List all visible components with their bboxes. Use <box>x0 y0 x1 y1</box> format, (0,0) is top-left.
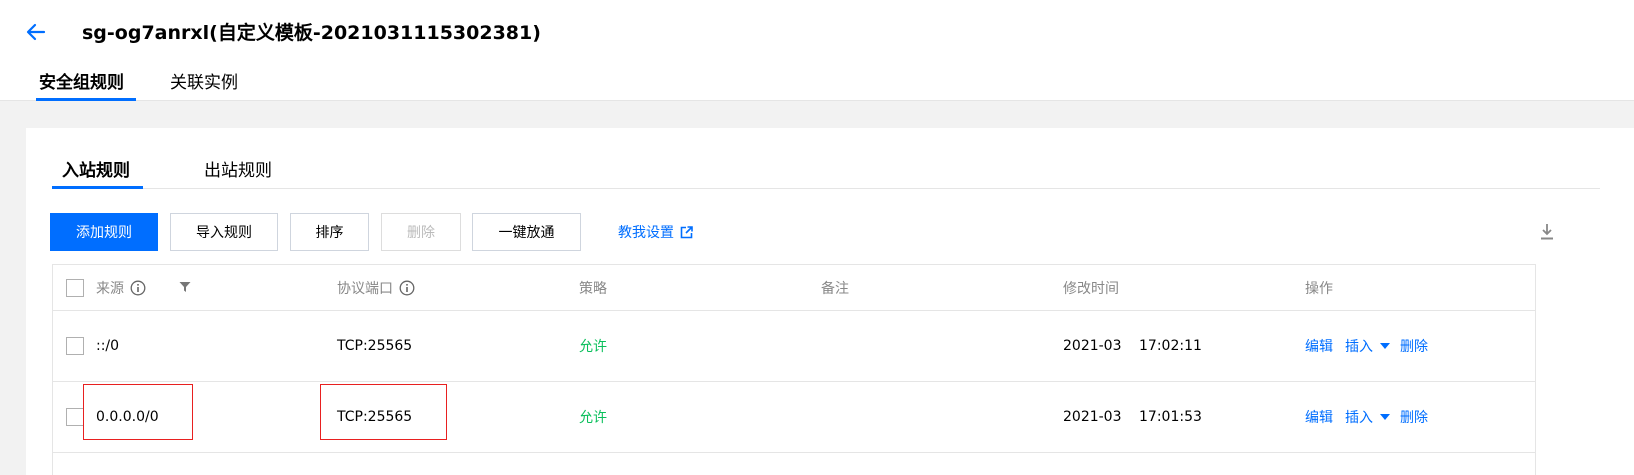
column-policy: 策略 <box>579 280 607 297</box>
delete-link[interactable]: 删除 <box>1400 407 1428 427</box>
cell-actions: 编辑 插入 删除 <box>1305 382 1428 452</box>
page-header: sg-og7anrxl(自定义模板-2021031115302381) 安全组规… <box>0 0 1634 101</box>
table-header: 来源 协议端口 策略 备注 修改时间 操作 <box>53 265 1535 311</box>
external-link-icon <box>680 225 693 238</box>
direction-tabs: 入站规则 出站规则 <box>52 128 1600 189</box>
insert-dropdown[interactable]: 插入 <box>1345 407 1373 427</box>
info-icon[interactable] <box>130 280 146 296</box>
column-modified-time: 修改时间 <box>1063 280 1119 297</box>
tab-security-group-rules[interactable]: 安全组规则 <box>36 68 136 101</box>
page-title: sg-og7anrxl(自定义模板-2021031115302381) <box>82 22 541 44</box>
row-checkbox[interactable] <box>66 337 84 355</box>
column-source: 来源 <box>96 265 146 310</box>
cell-modified-time: 17:02:11 <box>1139 338 1202 354</box>
table-row: ::/0 TCP:25565 允许 2021-03 17:02:11 编辑 插入… <box>53 311 1535 382</box>
cell-policy: 允许 <box>579 410 607 426</box>
cell-policy: 允许 <box>579 339 607 355</box>
cell-modified-date: 2021-03 <box>1063 409 1122 425</box>
table-row: 0.0.0.0/0 TCP:25565 允许 2021-03 17:01:53 … <box>53 382 1535 453</box>
rules-card: 入站规则 出站规则 添加规则 导入规则 排序 删除 一键放通 教我设置 来源 协… <box>26 128 1634 475</box>
highlight-box-protocol-port <box>320 384 447 440</box>
cell-modified-date: 2021-03 <box>1063 338 1122 354</box>
tab-outbound-rules[interactable]: 出站规则 <box>204 156 272 189</box>
tab-associated-instances[interactable]: 关联实例 <box>170 68 238 101</box>
column-protocol-port-label: 协议端口 <box>337 280 393 297</box>
info-icon[interactable] <box>399 280 415 296</box>
rules-table: 来源 协议端口 策略 备注 修改时间 操作::/0 TCP:25565 允许 … <box>52 264 1536 475</box>
edit-link[interactable]: 编辑 <box>1305 336 1333 356</box>
filter-icon[interactable] <box>179 281 191 293</box>
cell-actions: 编辑 插入 删除 <box>1305 311 1428 381</box>
column-protocol-port: 协议端口 <box>337 265 415 310</box>
row-checkbox[interactable] <box>66 408 84 426</box>
caret-down-icon[interactable] <box>1380 343 1390 349</box>
highlight-box-source <box>83 384 193 440</box>
help-link-label: 教我设置 <box>618 225 674 241</box>
delete-button[interactable]: 删除 <box>381 213 461 251</box>
help-link[interactable]: 教我设置 <box>618 222 693 242</box>
caret-down-icon[interactable] <box>1380 414 1390 420</box>
cell-protocol-port: TCP:25565 <box>337 338 413 354</box>
download-icon[interactable] <box>1539 223 1555 241</box>
tab-inbound-rules[interactable]: 入站规则 <box>52 156 143 189</box>
insert-dropdown[interactable]: 插入 <box>1345 336 1373 356</box>
sort-button[interactable]: 排序 <box>290 213 369 251</box>
allow-all-button[interactable]: 一键放通 <box>472 213 581 251</box>
delete-link[interactable]: 删除 <box>1400 336 1428 356</box>
back-arrow-icon[interactable] <box>24 20 48 44</box>
column-note: 备注 <box>821 280 849 297</box>
add-rule-button[interactable]: 添加规则 <box>50 213 158 251</box>
cell-source: ::/0 <box>96 338 120 354</box>
select-all-checkbox[interactable] <box>66 279 84 297</box>
column-actions: 操作 <box>1305 280 1333 297</box>
edit-link[interactable]: 编辑 <box>1305 407 1333 427</box>
column-source-label: 来源 <box>96 280 124 297</box>
cell-modified-time: 17:01:53 <box>1139 409 1202 425</box>
import-rules-button[interactable]: 导入规则 <box>170 213 278 251</box>
